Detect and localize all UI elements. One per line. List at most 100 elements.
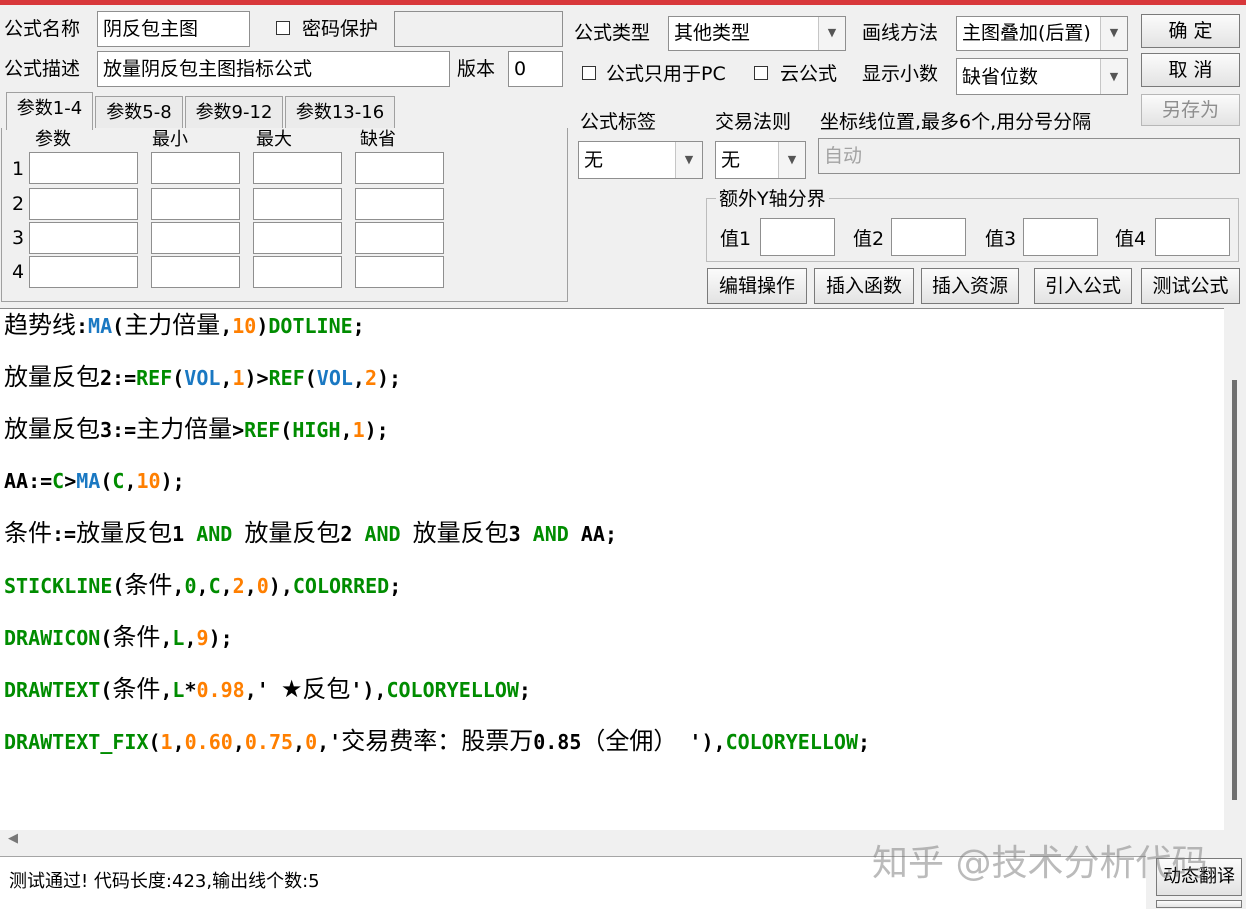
code-token: ( (112, 574, 125, 598)
code-token: ( (100, 469, 113, 493)
ok-button[interactable]: 确 定 (1141, 14, 1240, 48)
password-label: 密码保护 (302, 18, 379, 40)
code-token: COLORRED (292, 574, 390, 598)
tab-params-9-12[interactable]: 参数9-12 (185, 96, 283, 128)
formula-type-select[interactable]: 其他类型 ▼ (668, 16, 846, 51)
param-default-input[interactable] (355, 222, 444, 254)
code-token: 0.60 (184, 730, 233, 754)
code-line[interactable]: 条件:=放量反包1 AND 放量反包2 AND 放量反包3 AND AA; (4, 518, 617, 549)
param-min-input[interactable] (151, 188, 240, 220)
test-formula-button[interactable]: 测试公式 (1141, 268, 1240, 304)
coord-line-input[interactable]: 自动 (818, 138, 1240, 174)
param-name-input[interactable] (29, 188, 138, 220)
code-line[interactable]: AA:=C>MA(C,10); (4, 466, 185, 496)
code-token: '), (677, 730, 726, 754)
scroll-left-arrow-icon[interactable]: ◀ (8, 831, 18, 846)
code-editor[interactable]: 趋势线:MA(主力倍量,10)DOTLINE; 放量反包2:=REF(VOL,1… (0, 308, 1224, 831)
pc-only-checkbox[interactable] (582, 66, 596, 80)
formula-type-value: 其他类型 (674, 22, 751, 44)
password-input[interactable] (394, 11, 563, 47)
save-as-button[interactable]: 另存为 (1141, 94, 1240, 126)
code-line[interactable]: DRAWTEXT_FIX(1,0.60,0.75,0,'交易费率：股票万0.85… (4, 726, 870, 757)
code-token: VOL (184, 366, 221, 390)
formula-name-input[interactable]: 阴反包主图 (97, 11, 250, 47)
param-max-input[interactable] (253, 188, 342, 220)
param-name-input[interactable] (29, 222, 138, 254)
param-row-number: 2 (12, 193, 25, 215)
param-min-input[interactable] (151, 256, 240, 288)
code-token: L (172, 678, 185, 702)
chevron-down-icon[interactable]: ▼ (818, 17, 845, 50)
password-checkbox[interactable] (276, 21, 290, 35)
y-value-2-input[interactable] (891, 218, 966, 256)
code-token: REF (244, 418, 281, 442)
tab-params-5-8[interactable]: 参数5-8 (95, 96, 183, 128)
code-token: , (293, 730, 306, 754)
code-token: , (160, 678, 173, 702)
status-text: 测试通过! 代码长度:423,输出线个数:5 (9, 871, 320, 892)
code-line[interactable]: 放量反包3:=主力倍量>REF(HIGH,1); (4, 414, 389, 445)
param-min-input[interactable] (151, 222, 240, 254)
code-token: AND (196, 522, 233, 546)
version-input[interactable]: 0 (508, 51, 563, 87)
decimal-select[interactable]: 缺省位数 ▼ (956, 58, 1128, 95)
code-token: ); (364, 418, 389, 442)
code-line[interactable]: STICKLINE(条件,0,C,2,0),COLORRED; (4, 570, 401, 601)
param-default-input[interactable] (355, 188, 444, 220)
cancel-button[interactable]: 取 消 (1141, 53, 1240, 87)
code-token: , (184, 626, 197, 650)
insert-function-button[interactable]: 插入函数 (814, 268, 914, 304)
code-line[interactable]: DRAWICON(条件,L,9); (4, 622, 233, 653)
import-formula-button[interactable]: 引入公式 (1034, 268, 1132, 304)
tab-params-13-16[interactable]: 参数13-16 (285, 96, 395, 128)
tab-params-1-4[interactable]: 参数1-4 (6, 92, 93, 130)
draw-method-select[interactable]: 主图叠加(后置) ▼ (956, 16, 1128, 51)
code-token: DRAWTEXT (4, 678, 101, 702)
code-token: 交易费率：股票万 (341, 727, 534, 755)
code-token: , (220, 574, 233, 598)
trade-rule-select[interactable]: 无 ▼ (715, 141, 806, 179)
edit-operation-button[interactable]: 编辑操作 (707, 268, 807, 304)
code-token: '), (350, 678, 387, 702)
y-value-3-input[interactable] (1023, 218, 1098, 256)
code-token: 2 (340, 522, 365, 546)
cloud-formula-checkbox[interactable] (754, 66, 768, 80)
param-name-input[interactable] (29, 152, 138, 184)
draw-method-value: 主图叠加(后置) (962, 22, 1091, 44)
code-token: , (172, 574, 185, 598)
code-token: 0.85 (533, 730, 582, 754)
code-token: )> (244, 366, 269, 390)
y-value-1-input[interactable] (760, 218, 835, 256)
chevron-down-icon[interactable]: ▼ (778, 142, 805, 178)
chevron-down-icon[interactable]: ▼ (1100, 59, 1127, 94)
chevron-down-icon[interactable]: ▼ (1100, 17, 1127, 50)
code-token: MA (88, 314, 113, 338)
param-name-input[interactable] (29, 256, 138, 288)
code-token: 3:= (100, 418, 137, 442)
param-max-input[interactable] (253, 256, 342, 288)
code-token: 0 (305, 730, 318, 754)
code-token: ; (518, 678, 531, 702)
code-line[interactable]: 趋势线:MA(主力倍量,10)DOTLINE; (4, 310, 365, 341)
chevron-down-icon[interactable]: ▼ (675, 142, 702, 178)
param-row-number: 4 (12, 261, 25, 283)
scrollbar-thumb[interactable] (1232, 380, 1237, 800)
param-default-input[interactable] (355, 152, 444, 184)
formula-tag-select[interactable]: 无 ▼ (578, 141, 703, 179)
param-min-input[interactable] (151, 152, 240, 184)
code-line[interactable]: DRAWTEXT(条件,L*0.98,' ★反包'),COLORYELLOW; (4, 674, 531, 705)
code-token: C (208, 574, 221, 598)
code-line[interactable]: 放量反包2:=REF(VOL,1)>REF(VOL,2); (4, 362, 401, 393)
code-token: , (220, 366, 233, 390)
secondary-button[interactable] (1156, 900, 1242, 908)
param-default-input[interactable] (355, 256, 444, 288)
param-max-input[interactable] (253, 152, 342, 184)
code-token: 放量反包 (76, 519, 173, 547)
code-token: , (196, 574, 209, 598)
formula-desc-input[interactable]: 放量阴反包主图指标公式 (97, 51, 450, 87)
max-col-header: 最大 (256, 129, 292, 150)
code-token: ( (172, 366, 185, 390)
param-max-input[interactable] (253, 222, 342, 254)
insert-resource-button[interactable]: 插入资源 (921, 268, 1019, 304)
y-value-4-input[interactable] (1155, 218, 1230, 256)
